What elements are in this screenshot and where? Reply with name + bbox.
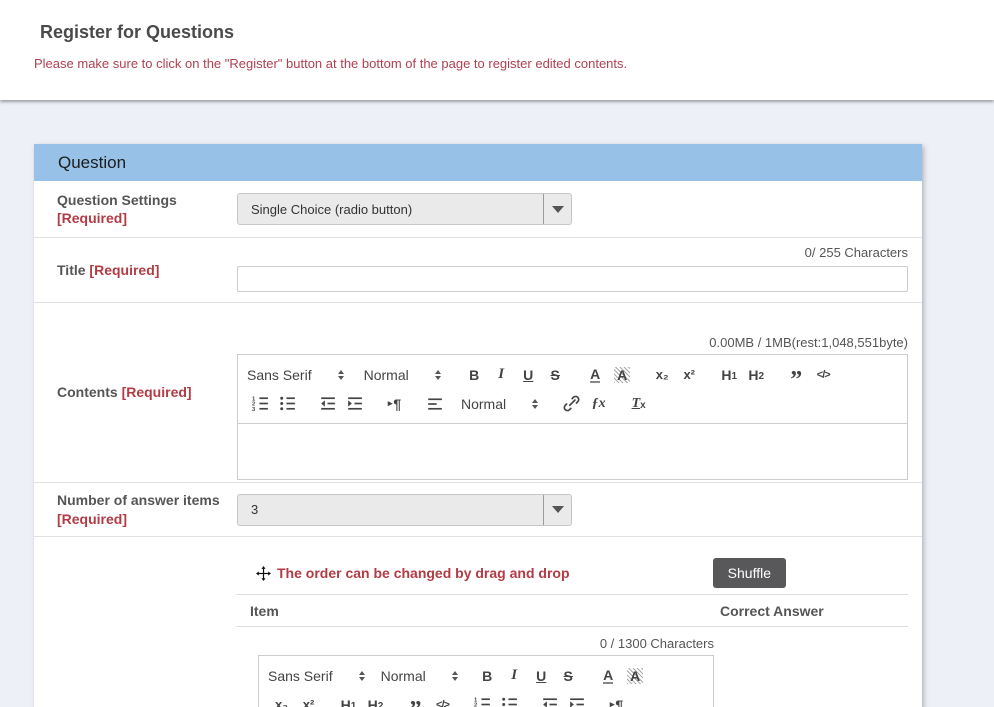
title-row: Title [Required] 0/ 255 Characters — [34, 238, 922, 303]
link-icon[interactable] — [558, 392, 585, 416]
contents-editor-toolbar: Sans Serif Normal B I U S — [238, 355, 907, 424]
strikethrough-icon[interactable]: S — [542, 363, 569, 387]
answer-items-section: The order can be changed by drag and dro… — [34, 537, 922, 707]
picker-arrows-icon — [359, 671, 365, 681]
svg-text:3: 3 — [252, 407, 256, 413]
bullet-list-icon[interactable] — [274, 392, 301, 416]
superscript-icon[interactable]: x² — [295, 693, 322, 707]
page: Register for Questions Please make sure … — [0, 0, 994, 707]
page-title: Register for Questions — [0, 0, 994, 43]
item-char-counter: 0 / 1300 Characters — [237, 636, 714, 651]
register-note: Please make sure to click on the "Regist… — [0, 43, 994, 71]
ordered-list-icon[interactable]: 123 — [247, 392, 274, 416]
indent-icon[interactable] — [563, 693, 590, 707]
italic-icon[interactable]: I — [488, 363, 515, 387]
question-type-value: Single Choice (radio button) — [238, 202, 412, 217]
question-settings-row: Question Settings [Required] Single Choi… — [34, 181, 922, 238]
contents-label: Contents [Required] — [34, 303, 237, 482]
size-picker[interactable]: Normal — [461, 396, 538, 412]
contents-row: Contents [Required] 0.00MB / 1MB(rest:1,… — [34, 303, 922, 483]
answer-count-label: Number of answer items [Required] — [34, 483, 237, 536]
required-badge: [Required] — [89, 262, 159, 278]
item-column-header: Item — [237, 603, 720, 619]
text-direction-icon[interactable]: ▸¶ — [381, 392, 408, 416]
strikethrough-icon[interactable]: S — [555, 664, 582, 688]
code-block-icon[interactable]: </> — [429, 693, 456, 707]
item-editor-toolbar: Sans Serif Normal B I U S — [259, 656, 713, 707]
picker-arrows-icon — [338, 370, 344, 380]
chevron-down-icon — [543, 194, 571, 224]
contents-size-counter: 0.00MB / 1MB(rest:1,048,551byte) — [237, 335, 908, 350]
ordered-list-icon[interactable]: 123 — [469, 693, 496, 707]
bullet-list-icon[interactable] — [496, 693, 523, 707]
title-char-counter: 0/ 255 Characters — [237, 245, 908, 260]
answer-count-row: Number of answer items [Required] 3 — [34, 483, 922, 537]
code-block-icon[interactable]: </> — [810, 363, 837, 387]
question-type-select[interactable]: Single Choice (radio button) — [237, 193, 572, 225]
contents-editor-area[interactable] — [238, 424, 907, 479]
subscript-icon[interactable]: x₂ — [649, 363, 676, 387]
heading2-icon[interactable]: H2 — [362, 693, 389, 707]
answer-count-value: 3 — [238, 502, 258, 517]
text-color-icon[interactable]: A — [595, 664, 622, 688]
bold-icon[interactable]: B — [474, 664, 501, 688]
answer-items-label — [34, 537, 237, 707]
picker-arrows-icon — [452, 671, 458, 681]
shuffle-button[interactable]: Shuffle — [713, 558, 786, 588]
question-panel: Question Question Settings [Required] Si… — [34, 144, 922, 707]
heading2-icon[interactable]: H2 — [743, 363, 770, 387]
header-picker[interactable]: Normal — [381, 668, 458, 684]
answers-table-header: Item Correct Answer — [237, 594, 908, 627]
item-editor: Sans Serif Normal B I U S — [258, 655, 714, 707]
question-panel-header: Question — [34, 144, 922, 181]
correct-answer-column-header: Correct Answer — [720, 603, 824, 619]
svg-text:2: 2 — [474, 703, 477, 707]
page-header: Register for Questions Please make sure … — [0, 0, 994, 100]
font-picker[interactable]: Sans Serif — [268, 668, 365, 684]
panel-title: Question — [58, 153, 126, 173]
underline-icon[interactable]: U — [528, 664, 555, 688]
text-direction-icon[interactable]: ▸¶ — [603, 693, 630, 707]
drag-drop-note-row: The order can be changed by drag and dro… — [237, 558, 908, 588]
underline-icon[interactable]: U — [515, 363, 542, 387]
move-icon[interactable] — [256, 566, 271, 581]
outdent-icon[interactable] — [314, 392, 341, 416]
header-picker[interactable]: Normal — [364, 367, 441, 383]
title-label: Title [Required] — [34, 238, 237, 302]
blockquote-icon[interactable]: ” — [402, 693, 429, 707]
required-badge: [Required] — [122, 384, 192, 400]
chevron-down-icon — [543, 495, 571, 525]
superscript-icon[interactable]: x² — [676, 363, 703, 387]
clean-format-icon[interactable]: Tx — [625, 392, 652, 416]
question-settings-label: Question Settings [Required] — [34, 181, 237, 237]
picker-arrows-icon — [435, 370, 441, 380]
answer-count-select[interactable]: 3 — [237, 494, 572, 526]
italic-icon[interactable]: I — [501, 664, 528, 688]
text-color-icon[interactable]: A — [582, 363, 609, 387]
required-badge: [Required] — [57, 210, 127, 226]
highlight-color-icon[interactable]: A — [622, 664, 649, 688]
blockquote-icon[interactable]: ” — [783, 363, 810, 387]
heading1-icon[interactable]: H1 — [335, 693, 362, 707]
heading1-icon[interactable]: H1 — [716, 363, 743, 387]
drag-drop-note: The order can be changed by drag and dro… — [277, 565, 570, 581]
highlight-color-icon[interactable]: A — [609, 363, 636, 387]
picker-arrows-icon — [532, 399, 538, 409]
required-badge: [Required] — [57, 511, 127, 527]
font-picker[interactable]: Sans Serif — [247, 367, 344, 383]
formula-icon[interactable]: ƒx — [585, 392, 612, 416]
outdent-icon[interactable] — [536, 693, 563, 707]
subscript-icon[interactable]: x₂ — [268, 693, 295, 707]
title-input[interactable] — [237, 266, 908, 292]
indent-icon[interactable] — [341, 392, 368, 416]
align-icon[interactable] — [421, 392, 448, 416]
bold-icon[interactable]: B — [461, 363, 488, 387]
contents-editor: Sans Serif Normal B I U S — [237, 354, 908, 480]
